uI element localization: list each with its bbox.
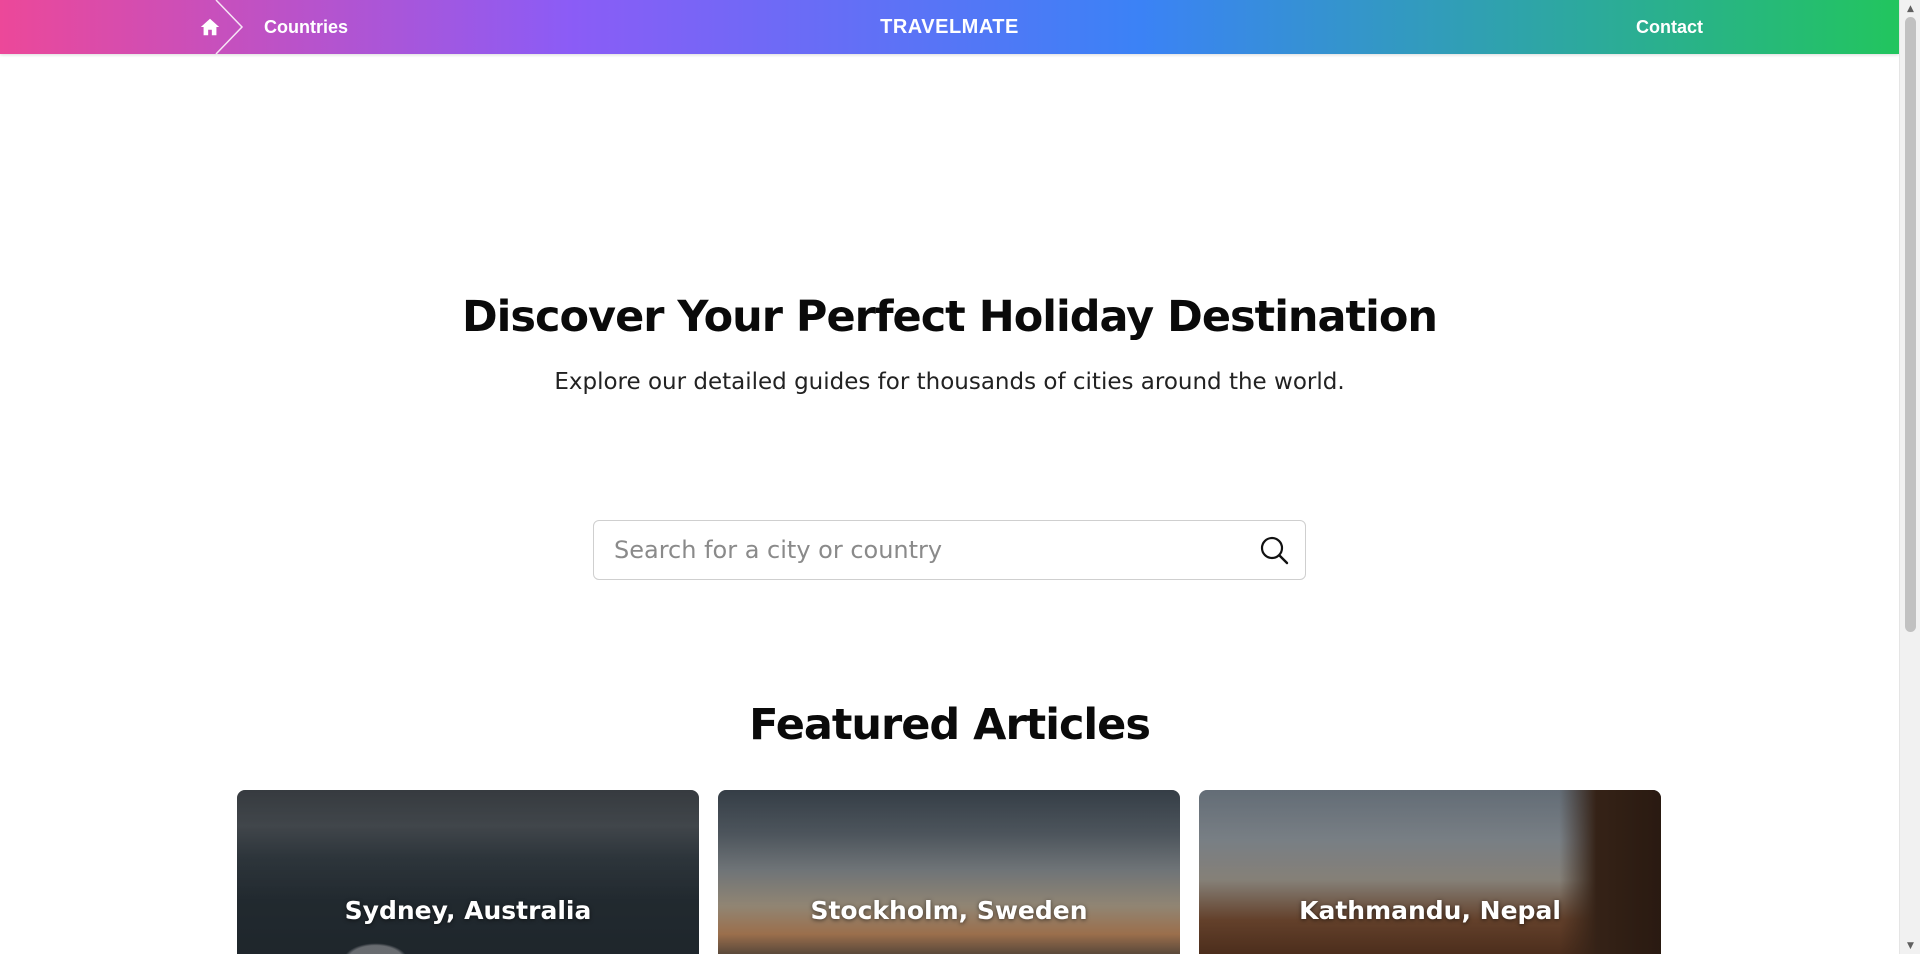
article-card-stockholm[interactable]: Stockholm, Sweden <box>718 790 1180 954</box>
scrollbar-thumb[interactable] <box>1905 17 1916 632</box>
search-icon <box>1260 536 1289 565</box>
vertical-scrollbar[interactable]: ▲ ▼ <box>1899 0 1920 954</box>
article-card-kathmandu[interactable]: Kathmandu, Nepal <box>1199 790 1661 954</box>
top-navbar: Countries TRAVELMATE Contact <box>0 0 1899 54</box>
page-subtitle: Explore our detailed guides for thousand… <box>554 369 1345 395</box>
scroll-down-arrow-icon[interactable]: ▼ <box>1900 937 1920 954</box>
page-title: Discover Your Perfect Holiday Destinatio… <box>461 292 1438 342</box>
card-title: Stockholm, Sweden <box>810 896 1088 925</box>
chevron-right-icon <box>215 0 244 54</box>
featured-articles-heading: Featured Articles <box>749 700 1151 750</box>
nav-link-contact[interactable]: Contact <box>1636 0 1703 54</box>
card-title: Sydney, Australia <box>344 896 592 925</box>
page: Countries TRAVELMATE Contact Discover Yo… <box>0 0 1920 954</box>
nav-link-countries[interactable]: Countries <box>264 0 348 54</box>
search-bar <box>593 520 1306 580</box>
search-input[interactable] <box>594 521 1234 579</box>
article-card-sydney[interactable]: Sydney, Australia <box>237 790 699 954</box>
search-button[interactable] <box>1255 531 1293 569</box>
brand-name[interactable]: TRAVELMATE <box>880 16 1019 39</box>
breadcrumb-separator <box>214 0 244 54</box>
card-title: Kathmandu, Nepal <box>1299 896 1561 925</box>
scroll-up-arrow-icon[interactable]: ▲ <box>1900 0 1920 17</box>
